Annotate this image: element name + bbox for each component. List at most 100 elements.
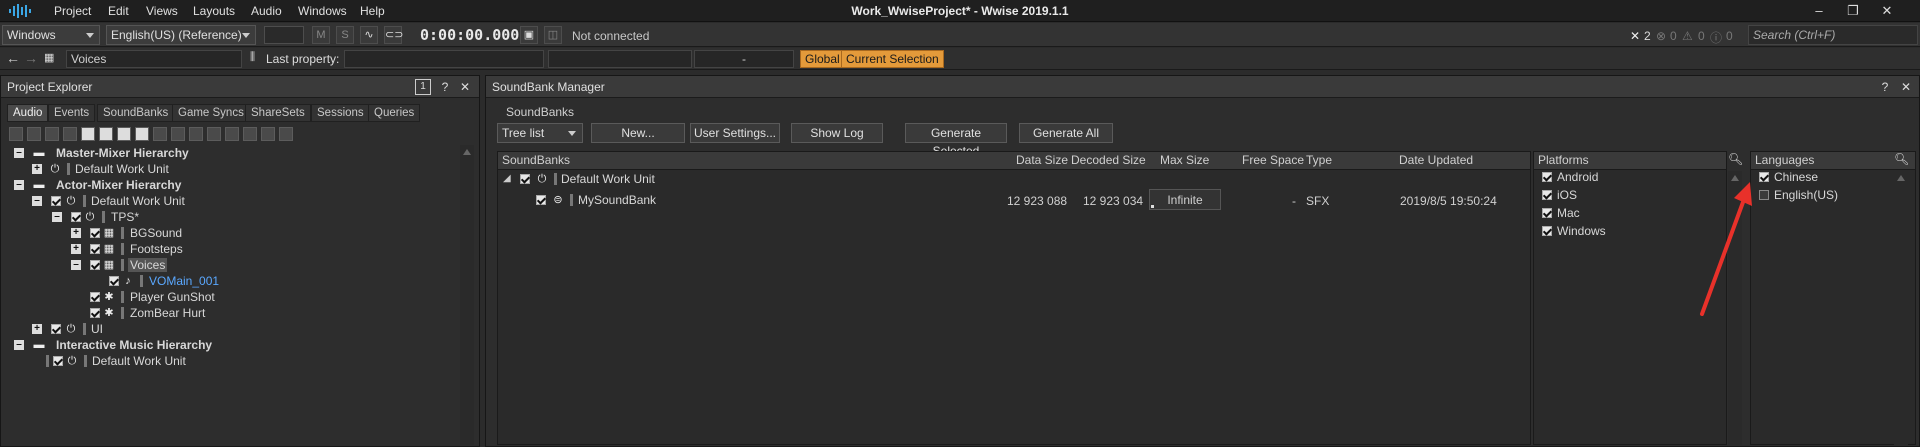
tree-item-voices[interactable]: – ▦ Voices bbox=[0, 257, 460, 273]
tree-item-master-mixer[interactable]: – ▬ Master-Mixer Hierarchy bbox=[0, 145, 460, 161]
collapse-icon[interactable]: – bbox=[32, 196, 42, 206]
collapse-icon[interactable]: – bbox=[14, 148, 24, 158]
toolbar-icon-10[interactable] bbox=[171, 127, 185, 141]
property-dash[interactable]: - bbox=[694, 50, 794, 68]
include-checkbox[interactable] bbox=[536, 195, 546, 205]
close-icon[interactable]: ✕ bbox=[457, 79, 473, 95]
search-icon[interactable]: 🔍︎ bbox=[1728, 152, 1743, 166]
new-soundbank-button[interactable]: New... bbox=[591, 123, 685, 143]
sequence-container-icon[interactable] bbox=[99, 127, 113, 141]
expand-icon[interactable]: + bbox=[71, 228, 81, 238]
menu-views[interactable]: Views bbox=[146, 4, 178, 18]
platform-checkbox[interactable] bbox=[1542, 208, 1552, 218]
menu-layouts[interactable]: Layouts bbox=[193, 4, 235, 18]
scroll-up-icon[interactable] bbox=[1897, 175, 1905, 181]
global-button[interactable]: Global bbox=[800, 50, 845, 68]
toolbar-icon-9[interactable] bbox=[153, 127, 167, 141]
folder-icon[interactable] bbox=[27, 127, 41, 141]
table-row[interactable]: ◢ ⏻ Default Work Unit bbox=[497, 171, 1097, 187]
platform-checkbox[interactable] bbox=[1542, 190, 1552, 200]
tab-game-syncs[interactable]: Game Syncs bbox=[172, 104, 250, 122]
menu-windows[interactable]: Windows bbox=[298, 4, 347, 18]
random-container-icon[interactable] bbox=[117, 127, 131, 141]
tab-queries[interactable]: Queries bbox=[368, 104, 421, 122]
include-checkbox[interactable] bbox=[90, 244, 100, 254]
project-explorer-scrollbar[interactable] bbox=[460, 145, 474, 445]
language-checkbox[interactable] bbox=[1759, 172, 1769, 182]
tree-item-vomain-001[interactable]: ♪ VOMain_001 bbox=[0, 273, 460, 289]
toolbar-icon-3[interactable] bbox=[45, 127, 59, 141]
blend-container-icon[interactable] bbox=[81, 127, 95, 141]
toolbar-icon-12[interactable] bbox=[207, 127, 221, 141]
tab-sessions[interactable]: Sessions bbox=[311, 104, 370, 122]
platform-checkbox[interactable] bbox=[1542, 226, 1552, 236]
include-checkbox[interactable] bbox=[520, 174, 530, 184]
last-property-field[interactable] bbox=[344, 50, 544, 68]
tree-item-ui[interactable]: + ⏻ UI bbox=[0, 321, 460, 337]
minimize-button[interactable]: – bbox=[1804, 2, 1834, 20]
switch-container-icon[interactable] bbox=[135, 127, 149, 141]
include-checkbox[interactable] bbox=[109, 276, 119, 286]
toolbar-icon-16[interactable] bbox=[279, 127, 293, 141]
language-item-english-us[interactable]: English(US) bbox=[1755, 187, 1895, 203]
languages-scrollbar[interactable] bbox=[1894, 171, 1908, 445]
error-count[interactable]: 2 bbox=[1644, 29, 1651, 43]
info-count[interactable]: 0 bbox=[1726, 29, 1733, 43]
toolbar-icon-1[interactable] bbox=[9, 127, 23, 141]
tree-item-actor-default-work-unit[interactable]: – ⏻ Default Work Unit bbox=[0, 193, 460, 209]
tree-item-player-gunshot[interactable]: ✱ Player GunShot bbox=[0, 289, 460, 305]
tree-item-interactive-music[interactable]: – ▬ Interactive Music Hierarchy bbox=[0, 337, 460, 353]
user-settings-button[interactable]: User Settings... bbox=[690, 123, 780, 143]
expand-icon[interactable]: + bbox=[32, 324, 42, 334]
max-size-field[interactable]: Infinite bbox=[1149, 189, 1221, 210]
tab-audio[interactable]: Audio bbox=[7, 104, 49, 122]
view-mode-select[interactable]: Tree list bbox=[497, 123, 583, 143]
tab-soundbanks[interactable]: SoundBanks bbox=[97, 104, 175, 122]
tab-events[interactable]: Events bbox=[48, 104, 96, 122]
collapse-triangle-icon[interactable]: ◢ bbox=[503, 173, 511, 184]
profiler-icon[interactable]: ◫ bbox=[544, 26, 562, 44]
collapse-icon[interactable]: – bbox=[52, 212, 62, 222]
menu-project[interactable]: Project bbox=[54, 4, 91, 18]
include-checkbox[interactable] bbox=[51, 324, 61, 334]
expand-icon[interactable]: + bbox=[71, 244, 81, 254]
collapse-icon[interactable]: – bbox=[14, 340, 24, 350]
help-icon[interactable]: ? bbox=[437, 79, 453, 95]
col-header-date-updated[interactable]: Date Updated bbox=[1399, 153, 1473, 169]
search-input[interactable]: Search (Ctrl+F) bbox=[1748, 25, 1918, 45]
close-button[interactable]: ✕ bbox=[1872, 2, 1902, 20]
current-selection-button[interactable]: Current Selection bbox=[841, 50, 944, 68]
warning-count[interactable]: 0 bbox=[1670, 29, 1677, 43]
include-checkbox[interactable] bbox=[90, 260, 100, 270]
collapse-icon[interactable]: – bbox=[14, 180, 24, 190]
search-icon[interactable]: 🔍︎ bbox=[1894, 152, 1909, 166]
language-checkbox[interactable] bbox=[1759, 190, 1769, 200]
close-icon[interactable]: ✕ bbox=[1898, 79, 1914, 95]
platform-checkbox[interactable] bbox=[1542, 172, 1552, 182]
language-item-chinese[interactable]: Chinese bbox=[1755, 169, 1895, 185]
generate-selected-button[interactable]: Generate Selected bbox=[905, 123, 1007, 158]
tree-item-zombear-hurt[interactable]: ✱ ZomBear Hurt bbox=[0, 305, 460, 321]
col-header-free-space[interactable]: Free Space bbox=[1242, 153, 1304, 169]
toolbar-icon-13[interactable] bbox=[225, 127, 239, 141]
menu-audio[interactable]: Audio bbox=[251, 4, 282, 18]
forward-arrow-icon[interactable]: → bbox=[24, 50, 38, 66]
include-checkbox[interactable] bbox=[51, 196, 61, 206]
pin-number-badge[interactable]: 1 bbox=[415, 79, 431, 95]
mute-button[interactable]: M bbox=[312, 26, 330, 44]
link-icon[interactable]: ⊂⊃ bbox=[384, 26, 403, 44]
property-value-field[interactable] bbox=[548, 50, 692, 68]
alert-count[interactable]: 0 bbox=[1698, 29, 1705, 43]
collapse-icon[interactable]: – bbox=[71, 260, 81, 270]
toolbar-icon-11[interactable] bbox=[189, 127, 203, 141]
col-header-decoded-size[interactable]: Decoded Size bbox=[1071, 153, 1146, 169]
selected-object-field[interactable]: Voices bbox=[66, 50, 242, 68]
back-arrow-icon[interactable]: ← bbox=[6, 50, 20, 66]
menu-help[interactable]: Help bbox=[360, 4, 385, 18]
tree-item-actor-mixer[interactable]: – ▬ Actor-Mixer Hierarchy bbox=[0, 177, 460, 193]
tree-item-master-default-work-unit[interactable]: + ⏻ Default Work Unit bbox=[0, 161, 460, 177]
platform-select[interactable]: Windows bbox=[2, 25, 100, 45]
include-checkbox[interactable] bbox=[53, 356, 63, 366]
remote-connect-icon[interactable]: ▣ bbox=[520, 26, 538, 44]
include-checkbox[interactable] bbox=[90, 292, 100, 302]
